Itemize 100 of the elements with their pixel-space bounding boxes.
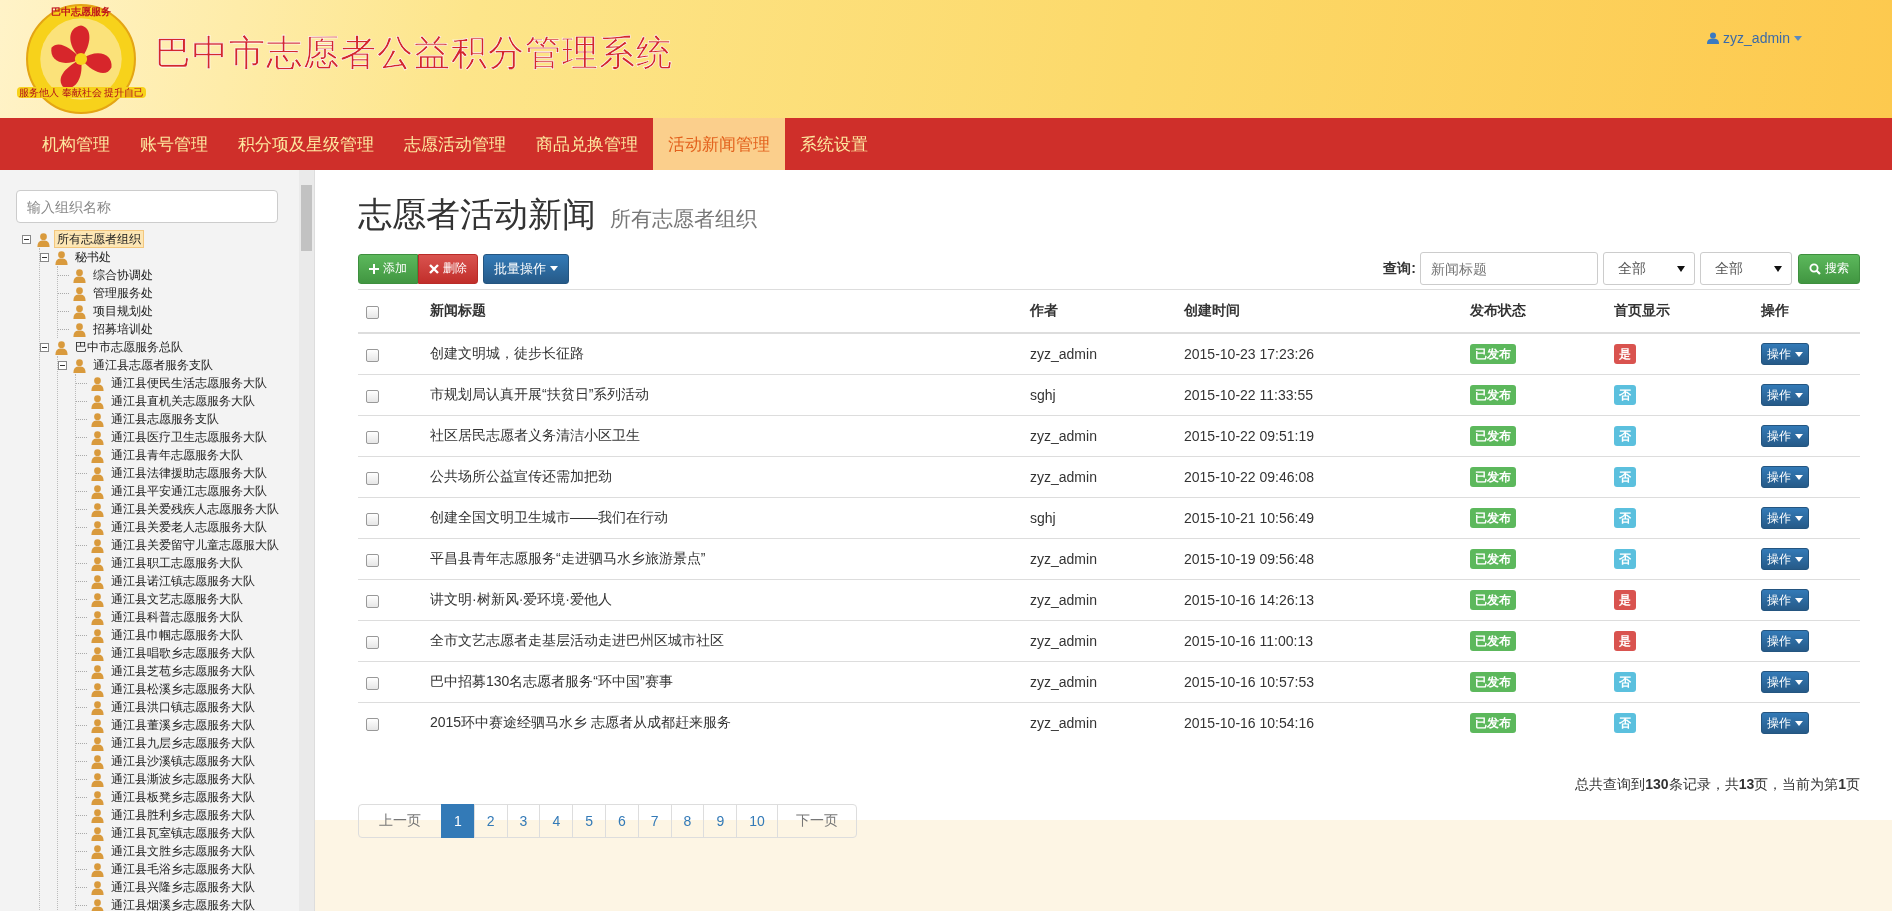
- nav-item[interactable]: 机构管理: [27, 118, 125, 170]
- action-button[interactable]: 操作: [1761, 507, 1809, 529]
- tree-item[interactable]: 通江县医疗卫生志愿服务大队: [108, 428, 270, 446]
- tree-item[interactable]: 通江县沙溪镇志愿服务大队: [108, 752, 258, 770]
- tree-item[interactable]: 通江县胜利乡志愿服务大队: [108, 806, 258, 824]
- action-button[interactable]: 操作: [1761, 712, 1809, 734]
- tree-item[interactable]: 所有志愿者组织: [54, 230, 144, 248]
- tree-item[interactable]: 管理服务处: [90, 284, 156, 302]
- row-checkbox[interactable]: [366, 471, 379, 485]
- title-search-field[interactable]: 新闻标题: [1420, 252, 1598, 285]
- action-button[interactable]: 操作: [1761, 589, 1809, 611]
- row-checkbox[interactable]: [366, 676, 379, 690]
- tree-item[interactable]: 通江县志愿者服务支队: [90, 356, 216, 374]
- homepage-label: 否: [1614, 426, 1636, 446]
- action-button[interactable]: 操作: [1761, 671, 1809, 693]
- tree-item[interactable]: 通江县松溪乡志愿服务大队: [108, 680, 258, 698]
- tree-item[interactable]: 通江县便民生活志愿服务大队: [108, 374, 270, 392]
- person-icon: [90, 375, 105, 391]
- tree-item[interactable]: 通江县巾帼志愿服务大队: [108, 626, 246, 644]
- tree-item[interactable]: 通江县青年志愿服务大队: [108, 446, 246, 464]
- nav-item[interactable]: 商品兑换管理: [521, 118, 653, 170]
- collapse-icon[interactable]: [22, 234, 31, 244]
- filter-select[interactable]: 全部: [1603, 252, 1695, 285]
- collapse-icon[interactable]: [58, 360, 67, 370]
- tree-item[interactable]: 通江县毛浴乡志愿服务大队: [108, 860, 258, 878]
- tree-item[interactable]: 通江县平安通江志愿服务大队: [108, 482, 270, 500]
- tree-item[interactable]: 通江县板凳乡志愿服务大队: [108, 788, 258, 806]
- tree-item[interactable]: 通江县烟溪乡志愿服务大队: [108, 896, 258, 911]
- tree-item[interactable]: 通江县科普志愿服务大队: [108, 608, 246, 626]
- next-page-link[interactable]: 下一页: [776, 804, 857, 838]
- collapse-icon[interactable]: [40, 342, 49, 352]
- page-link[interactable]: 7: [637, 804, 672, 838]
- tree-item[interactable]: 项目规划处: [90, 302, 156, 320]
- row-checkbox[interactable]: [366, 512, 379, 526]
- nav-item[interactable]: 志愿活动管理: [389, 118, 521, 170]
- row-checkbox[interactable]: [366, 717, 379, 731]
- tree-item[interactable]: 通江县诺江镇志愿服务大队: [108, 572, 258, 590]
- nav-item[interactable]: 积分项及星级管理: [223, 118, 389, 170]
- row-checkbox[interactable]: [366, 348, 379, 362]
- tree-item[interactable]: 秘书处: [72, 248, 114, 266]
- page-link[interactable]: 6: [605, 804, 639, 838]
- filter-select[interactable]: 全部: [1700, 252, 1792, 285]
- tree-item[interactable]: 通江县法律援助志愿服务大队: [108, 464, 270, 482]
- user-icon: [1707, 32, 1720, 44]
- scrollbar[interactable]: [299, 170, 314, 911]
- caret-icon: [1795, 515, 1803, 521]
- row-checkbox[interactable]: [366, 389, 379, 403]
- tree-item[interactable]: 通江县文胜乡志愿服务大队: [108, 842, 258, 860]
- tree-item[interactable]: 通江县兴隆乡志愿服务大队: [108, 878, 258, 896]
- page-link[interactable]: 8: [670, 804, 705, 838]
- person-icon: [54, 249, 69, 265]
- tree-item[interactable]: 通江县直机关志愿服务大队: [108, 392, 258, 410]
- status-label: 已发布: [1470, 713, 1516, 733]
- action-button[interactable]: 操作: [1761, 384, 1809, 406]
- search-field[interactable]: 输入组织名称: [16, 190, 278, 223]
- tree-item[interactable]: 通江县关爱残疾人志愿服务大队: [108, 500, 282, 518]
- tree-item[interactable]: 通江县唱歌乡志愿服务大队: [108, 644, 258, 662]
- caret-icon: [1795, 351, 1803, 357]
- tree-item[interactable]: 通江县职工志愿服务大队: [108, 554, 246, 572]
- person-icon: [90, 771, 105, 787]
- plus-icon: [369, 263, 379, 274]
- collapse-icon[interactable]: [40, 252, 49, 262]
- row-checkbox[interactable]: [366, 635, 379, 649]
- select-all-checkbox[interactable]: [366, 305, 379, 319]
- tree-item[interactable]: 通江县董溪乡志愿服务大队: [108, 716, 258, 734]
- tree-item[interactable]: 招募培训处: [90, 320, 156, 338]
- tree-item[interactable]: 综合协调处: [90, 266, 156, 284]
- page-link[interactable]: 2: [473, 804, 508, 838]
- page-link[interactable]: 5: [572, 804, 606, 838]
- page-link[interactable]: 4: [539, 804, 574, 838]
- row-checkbox[interactable]: [366, 553, 379, 567]
- tree-item[interactable]: 通江县志愿服务支队: [108, 410, 222, 428]
- action-button[interactable]: 操作: [1761, 425, 1809, 447]
- row-checkbox[interactable]: [366, 594, 379, 608]
- tree-item[interactable]: 通江县澌波乡志愿服务大队: [108, 770, 258, 788]
- page-link[interactable]: 3: [506, 804, 541, 838]
- action-button[interactable]: 操作: [1761, 630, 1809, 652]
- nav-item[interactable]: 系统设置: [785, 118, 883, 170]
- tree-item[interactable]: 通江县洪口镇志愿服务大队: [108, 698, 258, 716]
- page-link[interactable]: 9: [703, 804, 738, 838]
- tree-item[interactable]: 通江县关爱老人志愿服务大队: [108, 518, 270, 536]
- tree-item[interactable]: 通江县文艺志愿服务大队: [108, 590, 246, 608]
- action-button[interactable]: 操作: [1761, 343, 1809, 365]
- action-button[interactable]: 操作: [1761, 548, 1809, 570]
- table-cell: 全市文艺志愿者走基层活动走进巴州区城市社区: [429, 620, 1029, 662]
- person-icon: [72, 303, 87, 319]
- tree-item[interactable]: 通江县九层乡志愿服务大队: [108, 734, 258, 752]
- row-checkbox[interactable]: [366, 430, 379, 444]
- tree-item[interactable]: 巴中市志愿服务总队: [72, 338, 186, 356]
- action-button[interactable]: 操作: [1761, 466, 1809, 488]
- batch-button[interactable]: 批量操作: [483, 253, 569, 284]
- delete-button[interactable]: 删除: [418, 253, 478, 284]
- table-cell: zyz_admin: [1029, 579, 1183, 621]
- page-link[interactable]: 10: [736, 804, 778, 838]
- tree-item[interactable]: 通江县关爱留守儿童志愿服大队: [108, 536, 282, 554]
- page-link[interactable]: 1: [441, 804, 475, 838]
- tree-item[interactable]: 通江县瓦室镇志愿服务大队: [108, 824, 258, 842]
- tree-item[interactable]: 通江县芝苞乡志愿服务大队: [108, 662, 258, 680]
- user-menu[interactable]: zyz_admin: [1707, 30, 1802, 46]
- nav-item[interactable]: 账号管理: [125, 118, 223, 170]
